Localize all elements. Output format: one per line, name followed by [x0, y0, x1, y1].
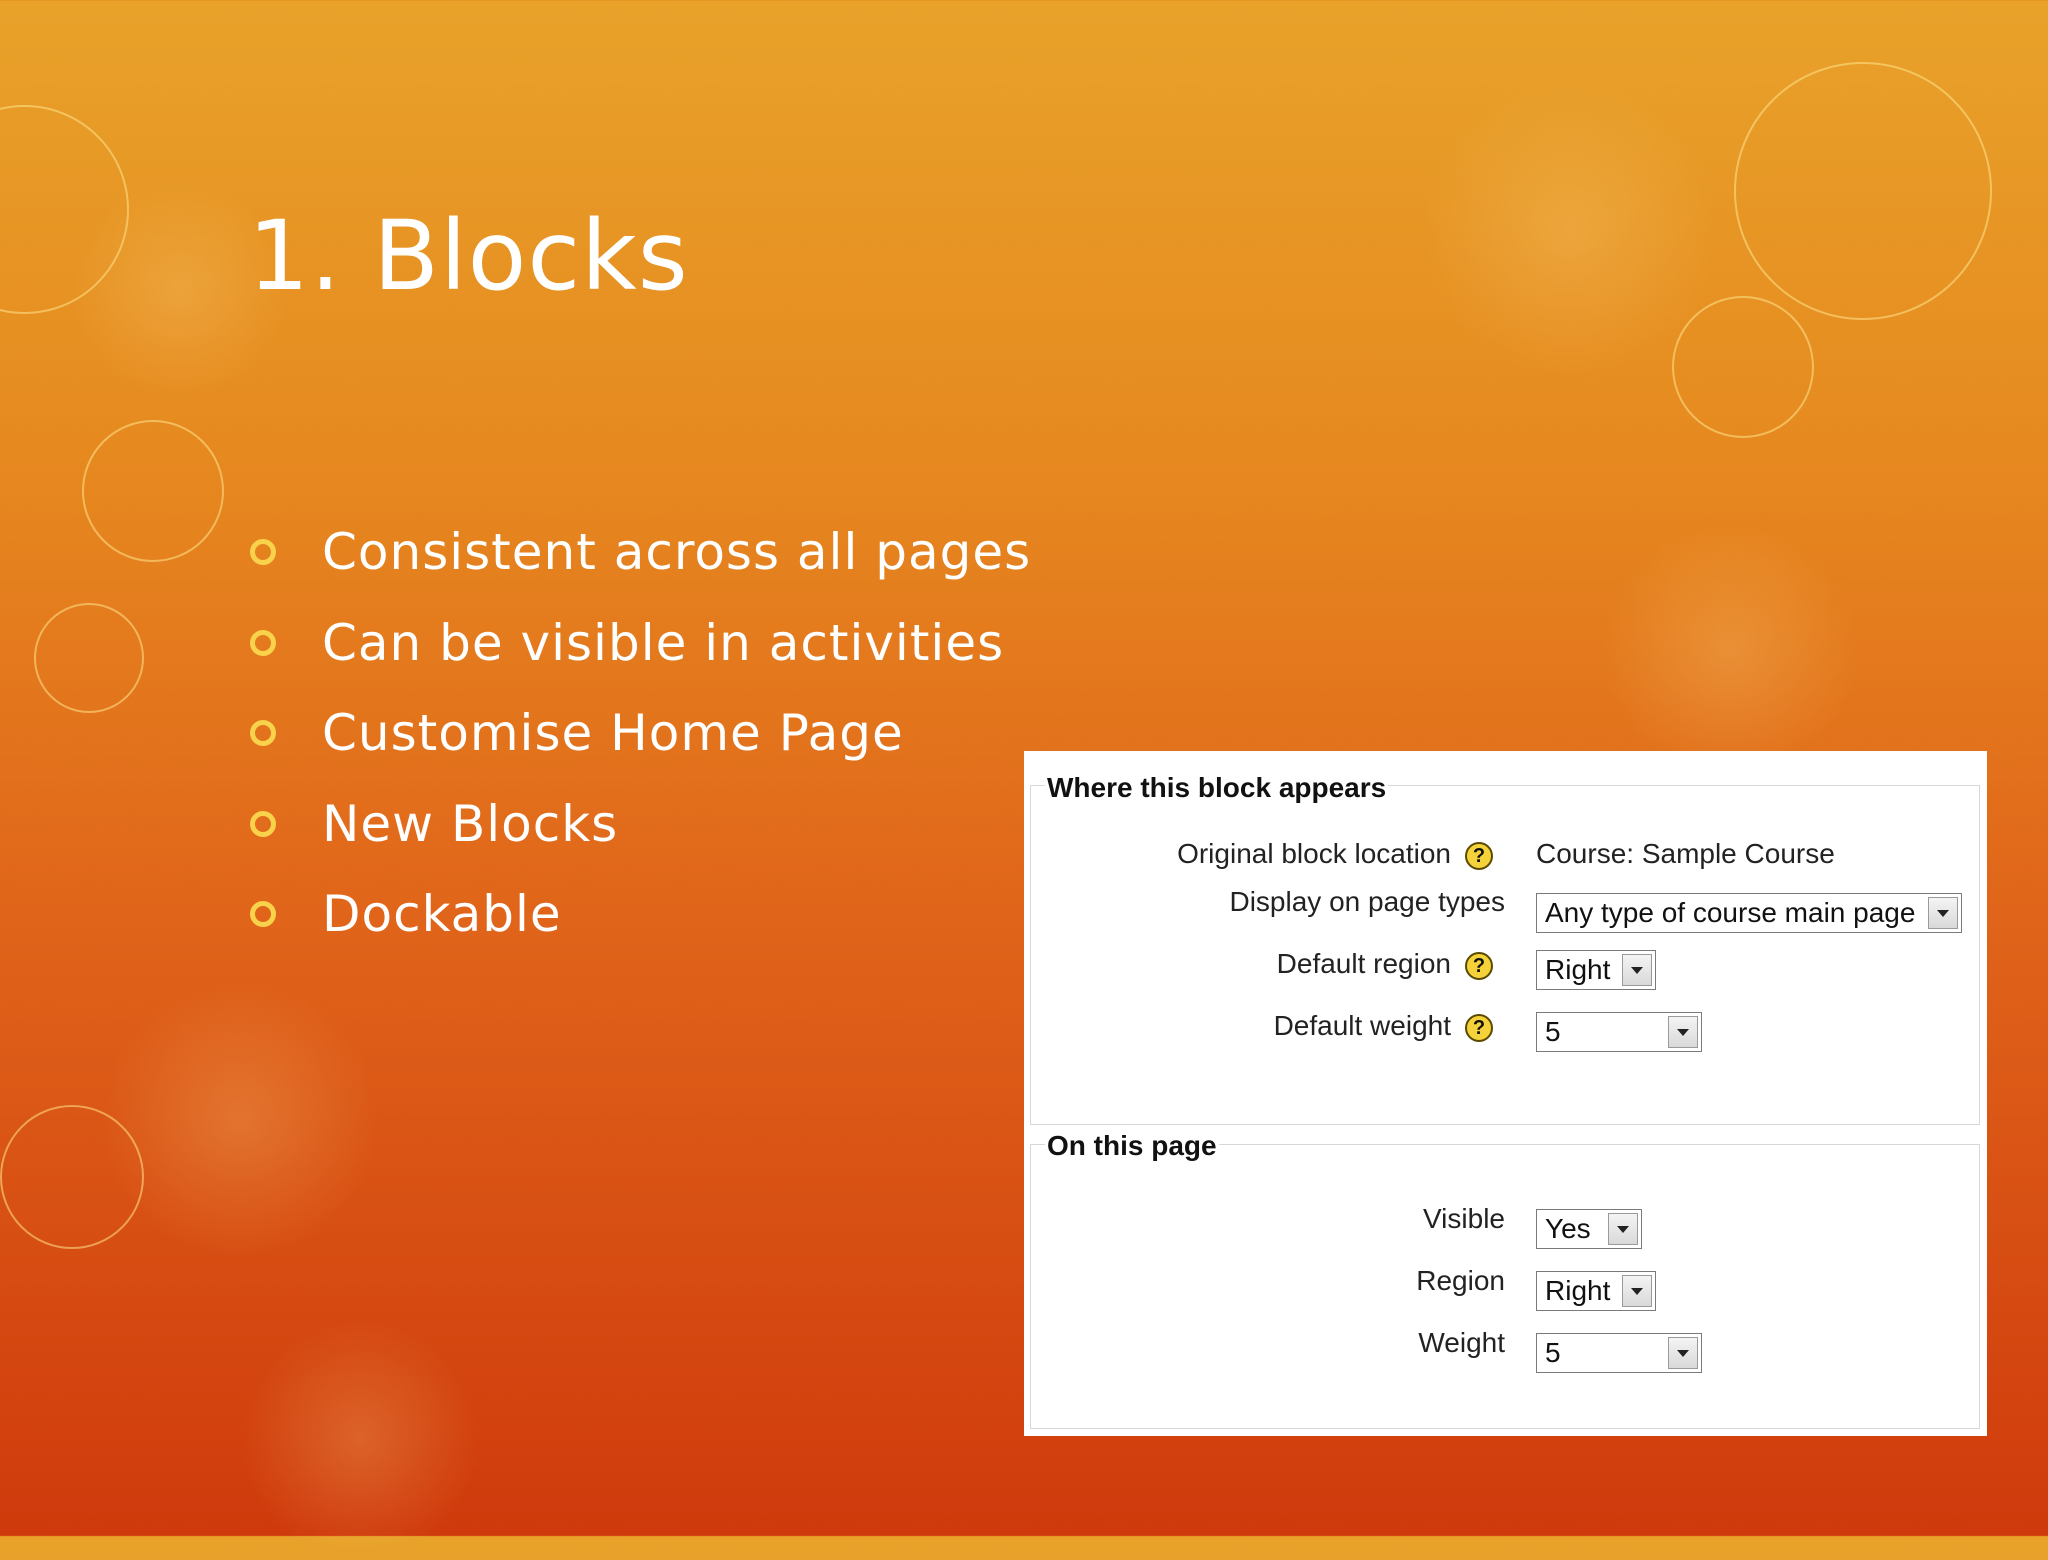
chevron-down-icon[interactable] [1668, 1337, 1698, 1369]
page-types-row: Display on page types Any type of course… [1031, 886, 1971, 933]
visible-select[interactable]: Yes [1536, 1209, 1642, 1249]
field-label: Region [1416, 1265, 1505, 1296]
ring-bullet-icon [250, 810, 276, 837]
select-value: Right [1545, 1275, 1611, 1306]
ring-bullet-icon [250, 629, 276, 656]
field-label: Default weight [1273, 1010, 1451, 1041]
bullet-text: Customise Home Page [322, 704, 904, 763]
weight-row: Weight 5 [1031, 1327, 1971, 1373]
bokeh-glow [1420, 80, 1720, 380]
bokeh-glow [1600, 520, 1860, 780]
ring-bullet-icon [250, 539, 276, 566]
default-region-select[interactable]: Right [1536, 950, 1656, 990]
list-item: Dockable [250, 869, 1031, 960]
field-label: Display on page types [1229, 886, 1505, 917]
bokeh-circle [34, 603, 144, 713]
where-block-appears-fieldset: Where this block appears Original block … [1030, 772, 1980, 1125]
help-icon[interactable]: ? [1465, 1014, 1493, 1042]
weight-select[interactable]: 5 [1536, 1333, 1702, 1373]
fieldset-legend: On this page [1045, 1130, 1219, 1162]
bullet-text: Consistent across all pages [322, 523, 1032, 582]
bullet-text: Can be visible in activities [322, 613, 1005, 672]
fieldset-legend: Where this block appears [1045, 772, 1389, 804]
bullet-list: Consistent across all pages Can be visib… [250, 507, 1031, 960]
region-row: Region Right [1031, 1265, 1971, 1311]
bokeh-glow [240, 1320, 480, 1560]
default-weight-row: Default weight ? 5 [1031, 1008, 1971, 1052]
chevron-down-icon[interactable] [1622, 954, 1652, 986]
field-label: Original block location [1177, 838, 1451, 869]
select-value: 5 [1545, 1337, 1561, 1368]
on-this-page-fieldset: On this page Visible Yes Region Right We… [1030, 1130, 1980, 1429]
page-types-select[interactable]: Any type of course main page [1536, 893, 1962, 933]
list-item: Can be visible in activities [250, 598, 1031, 689]
default-weight-select[interactable]: 5 [1536, 1012, 1702, 1052]
bokeh-circle [0, 1105, 144, 1249]
bullet-text: Dockable [322, 885, 562, 944]
bokeh-glow [100, 980, 380, 1260]
block-settings-panel: Where this block appears Original block … [1024, 751, 1987, 1436]
select-value: Yes [1545, 1213, 1591, 1244]
help-icon[interactable]: ? [1465, 842, 1493, 870]
default-region-row: Default region ? Right [1031, 946, 1971, 990]
list-item: Customise Home Page [250, 688, 1031, 779]
select-value: Right [1545, 954, 1611, 985]
chevron-down-icon[interactable] [1622, 1275, 1652, 1307]
list-item: New Blocks [250, 779, 1031, 870]
region-select[interactable]: Right [1536, 1271, 1656, 1311]
ring-bullet-icon [250, 901, 276, 928]
chevron-down-icon[interactable] [1928, 897, 1958, 929]
bokeh-circle [82, 420, 224, 562]
chevron-down-icon[interactable] [1668, 1016, 1698, 1048]
ring-bullet-icon [250, 720, 276, 747]
visible-row: Visible Yes [1031, 1203, 1971, 1249]
field-label: Visible [1423, 1203, 1505, 1234]
select-value: 5 [1545, 1016, 1561, 1047]
chevron-down-icon[interactable] [1608, 1213, 1638, 1245]
original-location-value: Course: Sample Course [1536, 838, 1835, 869]
bokeh-circle [1672, 296, 1814, 438]
field-label: Weight [1418, 1327, 1505, 1358]
help-icon[interactable]: ? [1465, 952, 1493, 980]
select-value: Any type of course main page [1545, 897, 1916, 928]
bokeh-circle [0, 105, 129, 314]
bokeh-circle [1734, 62, 1992, 320]
bullet-text: New Blocks [322, 794, 619, 853]
list-item: Consistent across all pages [250, 507, 1031, 598]
original-location-row: Original block location ? Course: Sample… [1031, 834, 1971, 876]
slide-title: 1. Blocks [248, 200, 689, 312]
field-label: Default region [1276, 948, 1451, 979]
